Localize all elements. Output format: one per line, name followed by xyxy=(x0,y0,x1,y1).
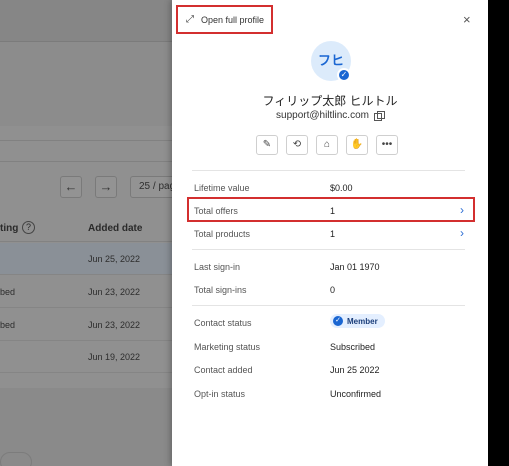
highlight-box xyxy=(187,197,475,222)
more-icon: ••• xyxy=(381,139,393,150)
row-label: Marketing status xyxy=(194,342,261,352)
row-label: Last sign-in xyxy=(194,262,241,272)
close-icon[interactable]: × xyxy=(463,13,471,27)
row-value: Subscribed xyxy=(330,342,376,352)
screen-edge xyxy=(488,0,509,466)
background-pill xyxy=(0,452,32,466)
contact-button[interactable]: ✋ xyxy=(346,135,368,155)
contact-drawer: ⤢ Open full profile × フヒ ✓ フィリップ太郎 ヒルトル … xyxy=(172,0,488,466)
row-value: 0 xyxy=(330,285,336,295)
open-full-profile-link[interactable]: ⤢ Open full profile xyxy=(176,5,273,34)
contact-email: support@hiltlinc.com xyxy=(276,110,369,121)
summary-row-total-products[interactable]: Total products 1 › xyxy=(194,224,466,244)
row-value: $0.00 xyxy=(330,183,353,193)
summary-row-lifetime-value: Lifetime value $0.00 xyxy=(194,178,466,198)
row-label: Contact status xyxy=(194,318,252,328)
marketing-status-row: Marketing status Subscribed xyxy=(194,337,466,357)
tag-icon: ⌂ xyxy=(323,139,331,150)
status-badge-label: Member xyxy=(347,316,378,326)
row-added-date: Jun 23, 2022 xyxy=(88,287,141,297)
email-row: support@hiltlinc.com xyxy=(172,110,488,121)
help-icon[interactable]: ? xyxy=(22,221,35,234)
signin-row-last: Last sign-in Jan 01 1970 xyxy=(194,257,466,277)
signin-row-total: Total sign-ins 0 xyxy=(194,280,466,300)
divider xyxy=(192,170,465,171)
row-added-date: Jun 19, 2022 xyxy=(88,352,141,362)
next-page-button[interactable]: → xyxy=(95,176,117,198)
contact-added-row: Contact added Jun 25 2022 xyxy=(194,360,466,380)
reset-button[interactable]: ⟲ xyxy=(286,135,308,155)
column-header-added-date: Added date xyxy=(88,223,143,234)
pencil-icon: ✎ xyxy=(262,139,272,150)
column-header-marketing: ting xyxy=(0,223,19,234)
open-full-profile-label: Open full profile xyxy=(201,14,265,25)
optin-status-row: Opt-in status Unconfirmed xyxy=(194,384,466,404)
arrow-left-icon: ← xyxy=(64,179,78,194)
row-label: Opt-in status xyxy=(194,389,246,399)
copy-icon[interactable] xyxy=(373,110,385,121)
hand-icon: ✋ xyxy=(350,139,364,150)
tag-button[interactable]: ⌂ xyxy=(316,135,338,155)
check-icon: ✓ xyxy=(333,316,343,326)
chevron-right-icon[interactable]: › xyxy=(460,227,464,239)
row-value: Jan 01 1970 xyxy=(330,262,380,272)
row-value: Jun 25 2022 xyxy=(330,365,380,375)
divider xyxy=(192,305,465,306)
refresh-icon: ⟲ xyxy=(292,139,302,150)
row-label: Lifetime value xyxy=(194,183,250,193)
row-marketing: bed xyxy=(0,320,16,330)
row-added-date: Jun 25, 2022 xyxy=(88,254,141,264)
edit-button[interactable]: ✎ xyxy=(256,135,278,155)
more-button[interactable]: ••• xyxy=(376,135,398,155)
status-badge: ✓ Member xyxy=(330,314,385,328)
arrow-right-icon: → xyxy=(99,179,113,194)
verified-check-icon: ✓ xyxy=(337,68,351,82)
contact-status-row: Contact status ✓ Member xyxy=(194,313,466,333)
row-value: 1 xyxy=(330,229,336,239)
row-label: Contact added xyxy=(194,365,253,375)
row-label: Total sign-ins xyxy=(194,285,247,295)
row-value: Unconfirmed xyxy=(330,389,382,399)
action-toolbar: ✎ ⟲ ⌂ ✋ ••• xyxy=(256,135,398,155)
prev-page-button[interactable]: ← xyxy=(60,176,82,198)
row-marketing: bed xyxy=(0,287,16,297)
expand-icon: ⤢ xyxy=(186,14,194,25)
row-label: Total products xyxy=(194,229,251,239)
row-added-date: Jun 23, 2022 xyxy=(88,320,141,330)
divider xyxy=(192,249,465,250)
contact-name: フィリップ太郎 ヒルトル xyxy=(262,94,398,108)
